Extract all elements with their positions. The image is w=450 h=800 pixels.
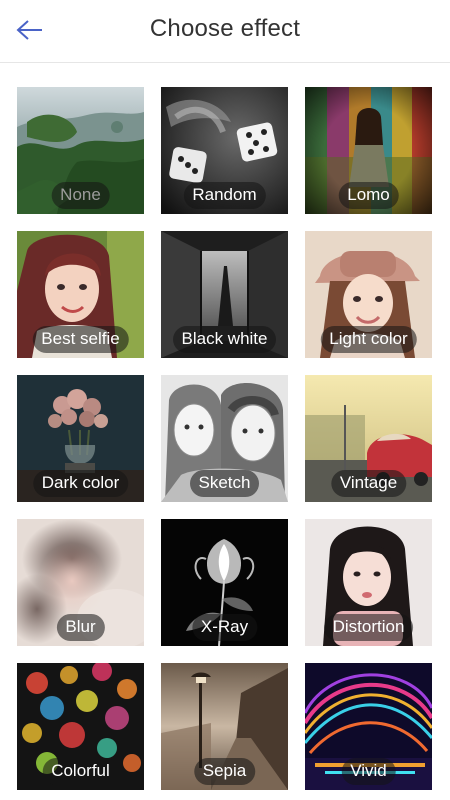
effect-label: Lomo <box>338 182 399 209</box>
effect-tile-dark-color[interactable]: Dark color <box>17 375 144 502</box>
top-bar: Choose effect <box>0 0 450 63</box>
effect-label: Distortion <box>323 614 414 641</box>
effect-label: Colorful <box>42 758 119 785</box>
page-title: Choose effect <box>149 15 301 42</box>
effect-tile-vintage[interactable]: Vintage <box>305 375 432 502</box>
effect-tile-black-white[interactable]: Black white <box>161 231 288 358</box>
effect-tile-blur[interactable]: Blur <box>17 519 144 646</box>
effect-label: None <box>51 182 110 209</box>
effect-label: Sketch <box>189 470 260 497</box>
effect-label: X-Ray <box>191 614 258 641</box>
effect-label: Vintage <box>330 470 407 497</box>
effect-tile-sepia[interactable]: Sepia <box>161 663 288 790</box>
effect-tile-best-selfie[interactable]: Best selfie <box>17 231 144 358</box>
effect-tile-sketch[interactable]: Sketch <box>161 375 288 502</box>
effect-label: Blur <box>56 614 105 641</box>
effect-tile-random[interactable]: Random <box>161 87 288 214</box>
effect-tile-lomo[interactable]: Lomo <box>305 87 432 214</box>
effect-label: Dark color <box>32 470 129 497</box>
effect-tile-x-ray[interactable]: X-Ray <box>161 519 288 646</box>
effect-label: Light color <box>320 326 417 353</box>
effect-label: Random <box>183 182 266 209</box>
effect-tile-vivid[interactable]: Vivid <box>305 663 432 790</box>
effect-tile-none[interactable]: None <box>17 87 144 214</box>
effects-grid: None Random Lomo Best selfie Black white… <box>17 87 433 790</box>
effect-label: Vivid <box>341 758 396 785</box>
app-screen: Choose effect None Random Lomo Best self… <box>0 0 450 800</box>
effect-tile-distortion[interactable]: Distortion <box>305 519 432 646</box>
effect-tile-light-color[interactable]: Light color <box>305 231 432 358</box>
effect-label: Best selfie <box>32 326 129 353</box>
effect-label: Sepia <box>193 758 256 785</box>
effect-label: Black white <box>172 326 277 353</box>
effect-tile-colorful[interactable]: Colorful <box>17 663 144 790</box>
